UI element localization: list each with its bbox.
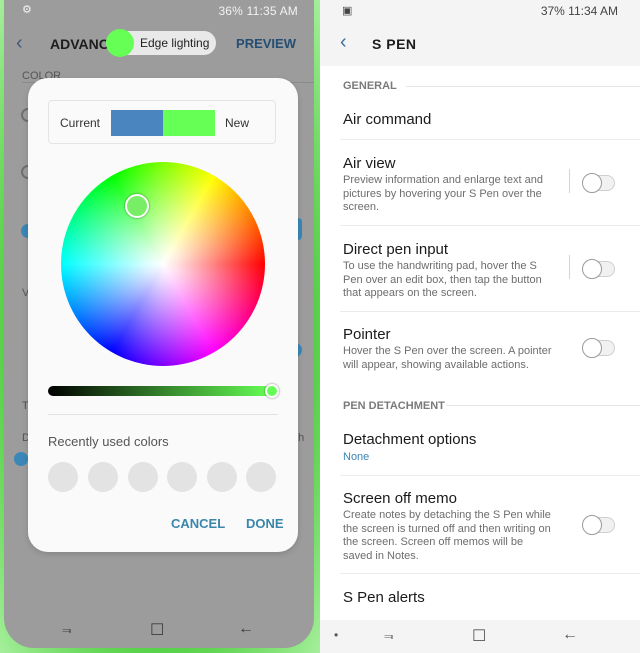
cancel-button[interactable]: CANCEL <box>171 516 225 531</box>
color-picker-dialog: Current New Recently used colors CANCEL … <box>28 78 298 552</box>
status-text: 37% 11:34 AM <box>540 4 618 18</box>
row-divider <box>340 311 640 312</box>
toggle-knob <box>582 515 602 535</box>
row-divider <box>340 573 640 574</box>
phone-screen-left: ⚙ 36% 11:35 AM ‹ ADVANCE PREVIEW Edge li… <box>4 0 314 648</box>
direct-pen-input-desc: To use the handwriting pad, hover the S … <box>343 260 542 299</box>
gallery-status-icon: ▣ <box>342 5 353 17</box>
toggle-knob <box>582 259 602 279</box>
back-icon[interactable]: ← <box>238 620 254 638</box>
edge-lighting-toast: Edge lighting <box>106 29 216 57</box>
section-pen-detachment: PEN DETACHMENT <box>343 400 445 412</box>
status-bar-right: ▣ 37% 11:34 AM <box>320 0 640 22</box>
settings-list: GENERAL Air command Air view Preview inf… <box>320 66 640 620</box>
toggle-separator <box>569 255 570 279</box>
air-view-desc: Preview information and enlarge text and… <box>343 174 543 213</box>
row-divider <box>340 225 640 226</box>
color-wheel[interactable] <box>61 162 265 366</box>
direct-pen-input-title: Direct pen input <box>343 241 449 258</box>
back-arrow-icon[interactable]: ‹ <box>16 32 23 55</box>
bg-slider-thumb-2 <box>14 452 28 466</box>
pointer-toggle[interactable] <box>582 338 615 358</box>
page-title: S PEN <box>372 36 417 52</box>
new-label: New <box>224 116 249 130</box>
air-command-title: Air command <box>343 111 432 128</box>
section-general: GENERAL <box>343 80 397 92</box>
toast-label: Edge lighting <box>140 36 210 50</box>
home-icon[interactable]: ☐ <box>150 620 164 640</box>
screen-off-memo-toggle[interactable] <box>582 515 615 535</box>
current-label: Current <box>60 116 101 130</box>
s-pen-settings-screen: ▣ 37% 11:34 AM ‹ S PEN GENERAL Air comma… <box>320 0 640 653</box>
preview-button[interactable]: PREVIEW <box>236 36 296 51</box>
recent-color-slot[interactable] <box>88 462 118 492</box>
air-view-title: Air view <box>343 155 396 172</box>
edge-lighting-glow: ⚙ 36% 11:35 AM ‹ ADVANCE PREVIEW Edge li… <box>0 0 320 653</box>
back-icon[interactable]: ← <box>562 626 578 644</box>
recent-colors-label: Recently used colors <box>48 434 169 449</box>
detachment-options-title: Detachment options <box>343 431 477 448</box>
status-bar-left: ⚙ 36% 11:35 AM <box>4 0 314 22</box>
toggle-separator <box>569 169 570 193</box>
new-color-swatch <box>163 110 215 136</box>
recent-color-slot[interactable] <box>207 462 237 492</box>
pointer-title: Pointer <box>343 326 391 343</box>
recents-icon[interactable]: ⫬ <box>384 626 393 644</box>
done-button[interactable]: DONE <box>246 516 284 531</box>
direct-pen-input-toggle[interactable] <box>582 259 615 279</box>
back-arrow-icon[interactable]: ‹ <box>340 31 347 54</box>
nav-bar-left: ⫬ ☐ ← <box>4 612 314 648</box>
section-divider <box>406 86 640 87</box>
recent-color-slot[interactable] <box>48 462 78 492</box>
status-text: 36% 11:35 AM <box>218 4 298 18</box>
dialog-divider <box>48 414 278 415</box>
screen-off-memo-desc: Create notes by detaching the S Pen whil… <box>343 509 551 562</box>
screen-off-memo-title: Screen off memo <box>343 490 457 507</box>
recents-icon[interactable]: ⫬ <box>62 620 71 638</box>
row-divider <box>340 139 640 140</box>
detachment-options-value: None <box>343 451 370 463</box>
brightness-slider-thumb[interactable] <box>265 384 279 398</box>
s-pen-alerts-title: S Pen alerts <box>343 589 425 606</box>
toggle-knob <box>582 173 602 193</box>
recent-color-slot[interactable] <box>246 462 276 492</box>
air-view-toggle[interactable] <box>582 173 615 193</box>
color-wheel-container <box>61 162 265 366</box>
screenshot-root: ⚙ 36% 11:35 AM ‹ ADVANCE PREVIEW Edge li… <box>0 0 640 653</box>
brightness-slider[interactable] <box>48 386 272 396</box>
edge-lighting-dot-icon <box>106 29 134 57</box>
section-divider <box>446 405 640 406</box>
color-compare: Current New <box>48 100 276 144</box>
current-color-swatch <box>111 110 163 136</box>
nav-bar-right: • ⫬ ☐ ← <box>320 620 640 653</box>
row-divider <box>340 475 640 476</box>
color-wheel-handle[interactable] <box>125 194 149 218</box>
s-pen-header: ‹ S PEN <box>320 22 640 66</box>
pointer-desc: Hover the S Pen over the screen. A point… <box>343 345 552 371</box>
settings-status-icon: ⚙ <box>22 4 32 16</box>
home-icon[interactable]: ☐ <box>472 626 486 646</box>
recent-color-slot[interactable] <box>167 462 197 492</box>
toggle-knob <box>582 338 602 358</box>
nav-dot-icon: • <box>334 628 339 642</box>
recent-color-slot[interactable] <box>128 462 158 492</box>
